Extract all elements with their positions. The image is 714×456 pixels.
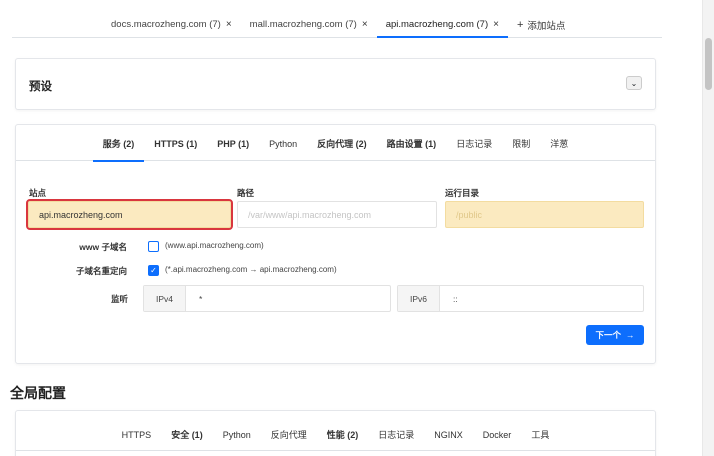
tab-https[interactable]: HTTPS (1) <box>144 139 207 161</box>
arrow-right-icon: → <box>626 330 635 340</box>
scrollbar-thumb[interactable] <box>705 38 712 90</box>
global-tab-https[interactable]: HTTPS <box>112 430 162 452</box>
path-label: 路径 <box>237 188 255 198</box>
tab-onion[interactable]: 洋葱 <box>540 139 578 161</box>
site-tab-api[interactable]: api.macrozheng.com (7) × <box>376 12 509 38</box>
global-config-tabs: HTTPS 安全 (1) Python 反向代理 性能 (2) 日志记录 NGI… <box>16 430 655 451</box>
www-subdomain-hint: (www.api.macrozheng.com) <box>165 241 264 250</box>
tab-routing[interactable]: 路由设置 (1) <box>377 139 447 161</box>
tab-logging[interactable]: 日志记录 <box>446 139 502 161</box>
run-dir-input[interactable]: /public <box>445 201 644 228</box>
add-site-label: 添加站点 <box>527 20 566 32</box>
close-icon[interactable]: × <box>226 19 232 30</box>
tab-reverse-proxy[interactable]: 反向代理 (2) <box>307 139 377 161</box>
run-dir-input-placeholder: /public <box>456 209 483 220</box>
site-config-tabs: 服务 (2) HTTPS (1) PHP (1) Python 反向代理 (2)… <box>16 139 655 162</box>
tab-php[interactable]: PHP (1) <box>207 139 259 161</box>
tab-service[interactable]: 服务 (2) <box>92 139 145 162</box>
www-subdomain-checkbox[interactable] <box>148 241 159 252</box>
global-tab-reverse-proxy[interactable]: 反向代理 <box>261 430 317 452</box>
subdomain-redirect-hint: (*.api.macrozheng.com → api.macrozheng.c… <box>165 265 337 274</box>
global-tab-performance[interactable]: 性能 (2) <box>317 430 369 452</box>
ipv4-addon: IPv4 <box>144 286 186 311</box>
close-icon[interactable]: × <box>493 19 499 30</box>
global-tab-nginx[interactable]: NGINX <box>424 430 473 452</box>
site-input[interactable]: api.macrozheng.com <box>26 199 233 230</box>
global-config-title: 全局配置 <box>10 385 66 401</box>
global-tab-logging[interactable]: 日志记录 <box>368 430 424 452</box>
subdomain-redirect-row: 子域名重定向 ✓ (*.api.macrozheng.com → api.mac… <box>16 265 655 279</box>
global-config-card: HTTPS 安全 (1) Python 反向代理 性能 (2) 日志记录 NGI… <box>15 410 656 456</box>
close-icon[interactable]: × <box>362 19 368 30</box>
path-input-placeholder: /var/www/api.macrozheng.com <box>248 209 372 220</box>
run-dir-label: 运行目录 <box>445 188 480 198</box>
chevron-down-icon[interactable]: ⌄ <box>626 76 642 90</box>
path-input[interactable]: /var/www/api.macrozheng.com <box>237 201 437 228</box>
www-subdomain-label: www 子域名 <box>79 242 127 252</box>
preset-title: 预设 <box>29 81 52 93</box>
site-tab-label: api.macrozheng.com (7) <box>385 19 489 30</box>
site-tab-label: docs.macrozheng.com (7) <box>111 19 221 30</box>
tab-limits[interactable]: 限制 <box>502 139 540 161</box>
site-tab-mall[interactable]: mall.macrozheng.com (7) × <box>241 12 377 37</box>
ipv4-input[interactable]: * <box>186 286 390 311</box>
site-tab-docs[interactable]: docs.macrozheng.com (7) × <box>102 12 241 37</box>
global-tab-tools[interactable]: 工具 <box>521 430 559 452</box>
tab-python[interactable]: Python <box>259 139 307 161</box>
next-button[interactable]: 下一个 → <box>586 325 644 345</box>
site-tabs: docs.macrozheng.com (7) × mall.macrozhen… <box>12 12 662 38</box>
ipv6-input-group: IPv6 :: <box>397 285 644 312</box>
preset-card: 预设 ⌄ <box>15 58 656 110</box>
global-tab-security[interactable]: 安全 (1) <box>161 430 213 452</box>
ipv4-input-group: IPv4 * <box>143 285 391 312</box>
global-tab-docker[interactable]: Docker <box>473 430 522 452</box>
site-tab-label: mall.macrozheng.com (7) <box>249 19 357 30</box>
next-button-label: 下一个 <box>595 330 621 340</box>
global-tab-python[interactable]: Python <box>213 430 261 452</box>
listen-label: 监听 <box>111 294 129 304</box>
ipv6-addon: IPv6 <box>398 286 440 311</box>
add-site-button[interactable]: + 添加站点 <box>508 12 574 37</box>
site-config-card: 服务 (2) HTTPS (1) PHP (1) Python 反向代理 (2)… <box>15 124 656 364</box>
scrollbar[interactable] <box>702 0 714 456</box>
ipv6-input[interactable]: :: <box>440 286 643 311</box>
site-input-value: api.macrozheng.com <box>39 209 123 220</box>
plus-icon: + <box>516 18 524 31</box>
subdomain-redirect-label: 子域名重定向 <box>75 266 127 276</box>
check-icon[interactable]: ✓ <box>148 265 159 276</box>
site-label: 站点 <box>29 188 47 198</box>
www-subdomain-row: www 子域名 (www.api.macrozheng.com) <box>16 241 655 255</box>
